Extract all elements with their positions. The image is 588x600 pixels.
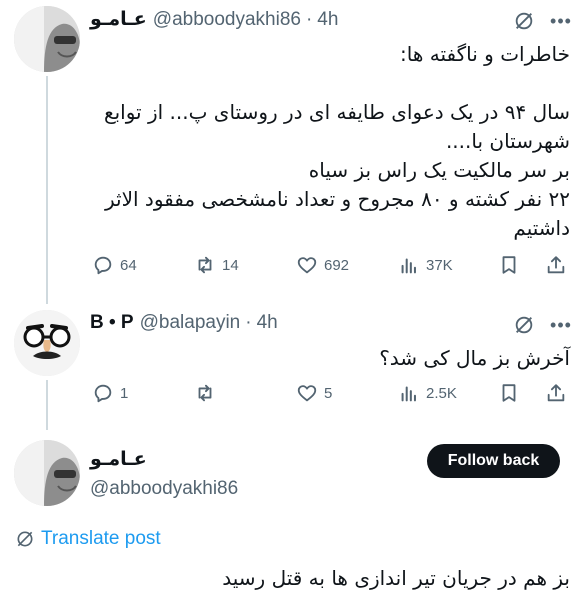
reply-count: 1	[120, 384, 129, 402]
heart-icon	[297, 385, 317, 402]
repost-button[interactable]	[194, 382, 222, 404]
grok-icon	[17, 531, 33, 547]
share-button[interactable]	[545, 254, 567, 276]
tweet-3-name-row: عـامـو	[90, 448, 153, 471]
heart-icon	[297, 257, 317, 274]
repost-button[interactable]: 14	[194, 254, 239, 276]
text-line: شهرستان با....	[445, 129, 570, 153]
views-button[interactable]: 2.5K	[398, 382, 457, 404]
repost-icon	[198, 256, 212, 274]
avatar[interactable]	[14, 310, 80, 376]
repost-count: 14	[222, 256, 239, 274]
repost-icon	[198, 384, 212, 402]
share-icon	[547, 256, 565, 274]
display-name[interactable]: عـامـو	[90, 8, 147, 31]
handle[interactable]: @abboodyakhi86	[153, 9, 301, 31]
views-icon	[401, 386, 416, 402]
reply-count: 64	[120, 256, 137, 274]
avatar[interactable]	[14, 6, 80, 72]
bookmark-icon	[502, 256, 516, 274]
grok-icon[interactable]	[513, 10, 535, 32]
thread-line	[46, 380, 48, 430]
reply-icon	[94, 256, 112, 275]
timestamp[interactable]: 4h	[257, 312, 278, 334]
grok-icon[interactable]	[513, 314, 535, 336]
reply-icon	[94, 384, 112, 403]
translate-post-link[interactable]: Translate post	[15, 528, 161, 550]
text-line: سال ۹۴ در یک دعوای طایفه ای در روستای پ.…	[103, 100, 570, 124]
text-line: ۲۲ نفر کشته و ۸۰ مجروح و تعداد نامشخصی م…	[105, 187, 570, 211]
display-name[interactable]: عـامـو	[90, 448, 147, 471]
like-count: 5	[324, 384, 333, 402]
text-line: خاطرات و ناگفته ها:	[400, 42, 570, 66]
display-name[interactable]: B • P	[90, 312, 134, 334]
more-icon[interactable]: •••	[549, 10, 573, 32]
follow-back-button[interactable]: Follow back	[427, 444, 560, 478]
thread-line	[46, 76, 48, 304]
tweet-1-text: خاطرات و ناگفته ها: سال ۹۴ در یک دعوای ط…	[100, 40, 570, 243]
bookmark-button[interactable]	[498, 254, 520, 276]
tweet-3-text: بز هم در جریان تیر اندازی ها به قتل رسید	[30, 564, 570, 593]
handle[interactable]: @balapayin	[140, 312, 241, 334]
dot-separator: ·	[245, 312, 252, 333]
avatar[interactable]	[14, 440, 80, 506]
dot-separator: ·	[305, 8, 313, 30]
views-icon	[401, 258, 416, 274]
text-line: داشتیم	[513, 216, 570, 240]
translate-label: Translate post	[41, 528, 161, 549]
like-count: 692	[324, 256, 350, 274]
tweet-2-text: آخرش بز مال کی شد؟	[100, 344, 570, 373]
handle[interactable]: @abboodyakhi86	[90, 478, 238, 500]
views-count: 2.5K	[426, 384, 457, 402]
bookmark-button[interactable]	[498, 382, 520, 404]
tweet-2-header: B • P @balapayin · 4h	[90, 312, 278, 334]
timestamp[interactable]: 4h	[317, 9, 338, 31]
reply-button[interactable]: 64	[92, 254, 137, 276]
share-button[interactable]	[545, 382, 567, 404]
tweet-1-header: عـامـو @abboodyakhi86 · 4h	[90, 8, 338, 31]
share-icon	[547, 384, 565, 402]
views-button[interactable]: 37K	[398, 254, 453, 276]
reply-button[interactable]: 1	[92, 382, 128, 404]
text-line: بز هم در جریان تیر اندازی ها به قتل رسید	[222, 566, 570, 590]
bookmark-icon	[502, 384, 516, 402]
tweet-2-top-icons: •••	[513, 314, 573, 336]
views-count: 37K	[426, 256, 453, 274]
text-line: بر سر مالکیت یک راس بز سیاه	[308, 158, 570, 182]
tweet-1-top-icons: •••	[513, 10, 573, 32]
like-button[interactable]: 5	[296, 382, 332, 404]
text-line: آخرش بز مال کی شد؟	[379, 346, 570, 370]
like-button[interactable]: 692	[296, 254, 349, 276]
tweet-3-handle-row: @abboodyakhi86	[90, 478, 238, 500]
text-line	[100, 69, 570, 98]
more-icon[interactable]: •••	[549, 314, 573, 336]
